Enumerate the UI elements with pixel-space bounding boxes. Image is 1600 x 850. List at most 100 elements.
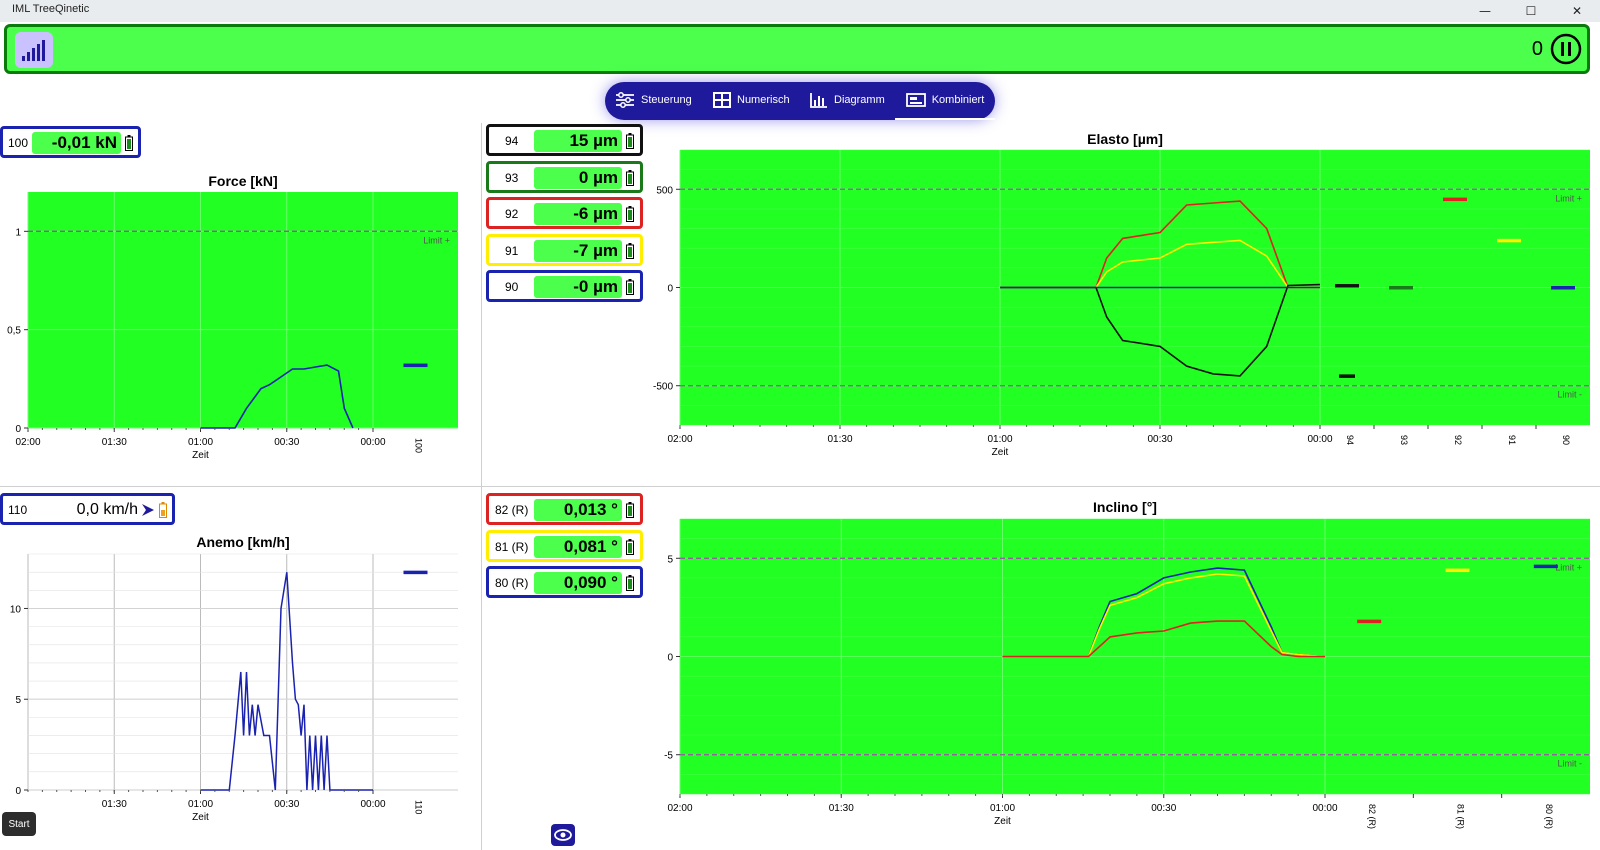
x-tick-label: 01:30 [827, 434, 852, 445]
tab-kombiniert-label: Kombiniert [931, 94, 985, 106]
close-button[interactable]: ✕ [1554, 0, 1600, 22]
sensor-id: 90 [505, 280, 519, 294]
battery-icon [125, 135, 133, 151]
sensor-tile-110[interactable]: 110 0,0 km/h [0, 493, 175, 525]
current-value-marker [1497, 238, 1521, 243]
y-tick-label: -500 [653, 382, 673, 393]
signal-strength-icon[interactable] [15, 32, 53, 68]
battery-icon [626, 502, 634, 518]
limit-plus-label: Limit + [1555, 562, 1582, 572]
sensor-id: 100 [8, 136, 29, 150]
current-value-marker [1389, 286, 1413, 290]
sensor-id: 80 (R) [495, 576, 529, 590]
x-tick-label: 00:00 [360, 437, 385, 448]
sensor-value: -6 µm [534, 203, 622, 225]
x-tick-label: 00:30 [1151, 803, 1176, 814]
tab-diagramm[interactable]: Diagramm [810, 82, 885, 118]
channel-label: 80 (R) [1544, 804, 1554, 829]
tab-diagramm-label: Diagramm [834, 94, 885, 106]
chart-title: Anemo [km/h] [196, 534, 290, 550]
current-value-marker [1445, 568, 1470, 573]
x-axis-label: Zeit [994, 816, 1011, 827]
tab-steuerung-label: Steuerung [641, 94, 692, 106]
limit-plus-label: Limit + [423, 235, 450, 245]
y-tick-label: 5 [667, 554, 673, 565]
anemo-chart: 01:30 01:00 00:30 00:00 Zeit 0 5 10 110 [10, 553, 458, 823]
tab-steuerung[interactable]: Steuerung [615, 82, 692, 118]
tab-numerisch-label: Numerisch [737, 94, 790, 106]
current-value-marker [1551, 286, 1575, 290]
x-tick-label: 00:30 [274, 799, 299, 810]
x-tick-label: 01:00 [188, 799, 213, 810]
start-button[interactable]: Start [2, 812, 36, 836]
elasto-chart: Limit + Limit - 02:00 01:30 01:00 00:30 00:00… [653, 149, 1590, 458]
y-tick-label: 0 [15, 424, 21, 435]
x-tick-label: 02:00 [667, 803, 692, 814]
y-tick-label: 1 [15, 227, 21, 238]
sensor-value: 0,081 ° [534, 535, 622, 558]
y-tick-label: 5 [15, 695, 21, 706]
y-tick-label: 500 [656, 185, 673, 196]
current-value-marker [1443, 197, 1467, 202]
window-title: IML TreeQinetic [12, 3, 90, 15]
plot-area [28, 192, 458, 428]
plot-area [28, 554, 458, 790]
x-tick-label: 01:00 [188, 437, 213, 448]
channel-label: 93 [1399, 435, 1409, 445]
sensor-id: 82 (R) [495, 503, 529, 517]
pause-icon [1550, 33, 1582, 65]
limit-minus-label: Limit - [1558, 759, 1583, 769]
current-value-marker [1533, 564, 1558, 569]
x-tick-label: 02:00 [15, 437, 40, 448]
sensor-value: 0,0 km/h [76, 501, 138, 518]
pause-button[interactable] [1549, 32, 1583, 66]
x-axis-label: Zeit [992, 447, 1009, 458]
limit-minus-label: Limit - [1558, 390, 1583, 400]
chart-title: Elasto [µm] [1087, 131, 1163, 147]
sensor-id: 93 [505, 170, 519, 185]
x-tick-label: 01:00 [990, 803, 1015, 814]
x-tick-label: 00:30 [274, 437, 299, 448]
sensor-value: 0,090 ° [534, 572, 622, 594]
y-tick-label: 10 [10, 604, 22, 615]
chart-title: Inclino [°] [1093, 499, 1157, 515]
current-value-marker [1339, 374, 1355, 378]
inclino-chart: Limit + Limit - 02:00 01:30 01:00 00:30 00:00… [664, 518, 1590, 829]
current-value-marker [403, 363, 428, 368]
sensor-tile-100[interactable]: 100 -0,01 kN [0, 126, 141, 158]
current-value-marker [403, 570, 428, 575]
x-tick-label: 00:00 [1307, 434, 1332, 445]
sensor-id: 94 [505, 134, 519, 148]
tab-kombiniert[interactable]: Kombiniert [895, 82, 995, 120]
tab-numerisch[interactable]: Numerisch [713, 82, 790, 118]
sensor-id: 92 [505, 207, 519, 221]
battery-icon [159, 502, 167, 518]
sliders-icon [616, 92, 634, 108]
panel-divider-horizontal [0, 486, 1600, 487]
y-tick-label: 0,5 [7, 326, 21, 337]
maximize-button[interactable]: ☐ [1508, 0, 1554, 22]
x-tick-label: 00:30 [1147, 434, 1172, 445]
minimize-button[interactable]: — [1462, 0, 1508, 22]
channel-label: 94 [1345, 435, 1355, 445]
visibility-toggle-button[interactable] [551, 824, 575, 846]
current-value-marker [1335, 284, 1359, 288]
sensor-value: -0 µm [534, 276, 622, 298]
limit-plus-label: Limit + [1555, 193, 1582, 203]
current-value-marker [1357, 619, 1382, 624]
x-tick-label: 01:30 [102, 799, 127, 810]
y-tick-label: 0 [667, 284, 673, 295]
sensor-value: -7 µm [534, 239, 622, 262]
x-tick-label: 01:30 [829, 803, 854, 814]
bar-chart-icon [810, 93, 827, 108]
sensor-id: 110 [8, 503, 28, 517]
window-titlebar: IML TreeQinetic — ☐ ✕ [0, 0, 1600, 22]
channel-label: 81 (R) [1456, 804, 1466, 829]
channel-label: 100 [414, 438, 424, 453]
status-bar: 0 [4, 24, 1590, 74]
force-chart: Limit + 02:00 01:30 01:00 00:30 00:00 Zeit 0 0,… [7, 192, 458, 461]
y-tick-label: 0 [15, 786, 21, 797]
x-tick-label: 02:00 [667, 434, 692, 445]
x-tick-label: 01:00 [987, 434, 1012, 445]
x-tick-label: 00:00 [1312, 803, 1337, 814]
